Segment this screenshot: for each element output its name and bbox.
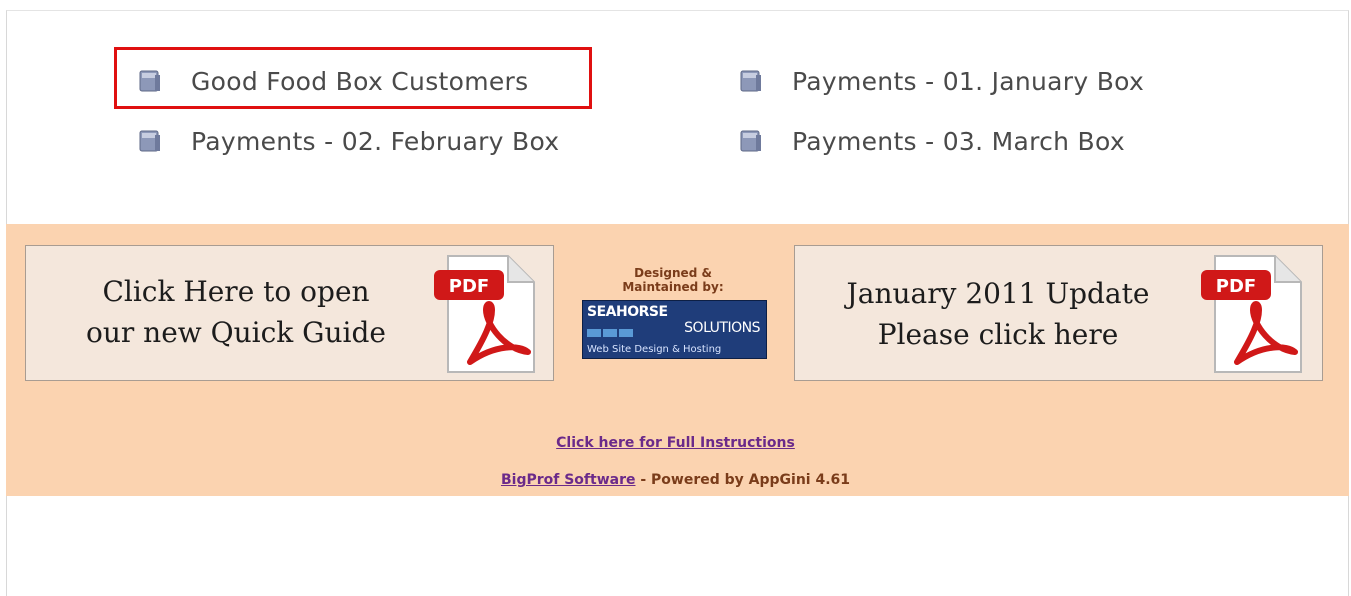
designed-line1: Designed &	[634, 266, 712, 280]
nav-link-payments-march[interactable]: Payments - 03. March Box	[738, 127, 1125, 156]
nav-link-label: Payments - 01. January Box	[792, 67, 1145, 96]
pdf-icon: PDF	[434, 255, 535, 373]
pdf-icon: PDF	[1201, 255, 1302, 373]
quick-guide-line1: Click Here to open	[102, 275, 370, 308]
logo-mid-text: SOLUTIONS	[684, 320, 760, 336]
table-icon	[740, 70, 761, 91]
update-text: January 2011 Update Please click here	[813, 273, 1183, 355]
logo-top-text: SEAHORSE	[587, 304, 668, 320]
selection-highlight	[114, 47, 592, 109]
nav-link-label: Payments - 03. March Box	[792, 127, 1125, 156]
bigprof-link[interactable]: BigProf Software	[501, 472, 636, 488]
designer-credit: Designed & Maintained by:	[578, 266, 768, 294]
full-instructions-link[interactable]: Click here for Full Instructions	[556, 435, 795, 451]
seahorse-solutions-logo[interactable]: SEAHORSE SOLUTIONS Web Site Design & Hos…	[582, 300, 767, 359]
update-banner[interactable]: January 2011 Update Please click here PD…	[794, 245, 1323, 381]
quick-guide-line2: our new Quick Guide	[86, 316, 386, 349]
update-line2: Please click here	[877, 318, 1119, 351]
quick-guide-banner[interactable]: Click Here to open our new Quick Guide P…	[25, 245, 554, 381]
designed-line2: Maintained by:	[622, 280, 724, 294]
powered-by-text: - Powered by AppGini 4.61	[635, 472, 851, 488]
instructions-row: Click here for Full Instructions	[0, 435, 1351, 451]
pdf-badge-text: PDF	[1216, 276, 1256, 297]
powered-by-footer: BigProf Software - Powered by AppGini 4.…	[0, 472, 1351, 488]
table-icon	[740, 130, 761, 151]
logo-blocks	[587, 322, 635, 341]
quick-guide-text: Click Here to open our new Quick Guide	[46, 271, 426, 353]
nav-link-payments-february[interactable]: Payments - 02. February Box	[137, 127, 559, 156]
pdf-badge-text: PDF	[449, 276, 489, 297]
update-line1: January 2011 Update	[846, 277, 1150, 310]
table-icon	[139, 130, 160, 151]
nav-link-label: Payments - 02. February Box	[191, 127, 560, 156]
nav-link-payments-january[interactable]: Payments - 01. January Box	[738, 67, 1144, 96]
logo-sub-text: Web Site Design & Hosting	[587, 344, 722, 355]
